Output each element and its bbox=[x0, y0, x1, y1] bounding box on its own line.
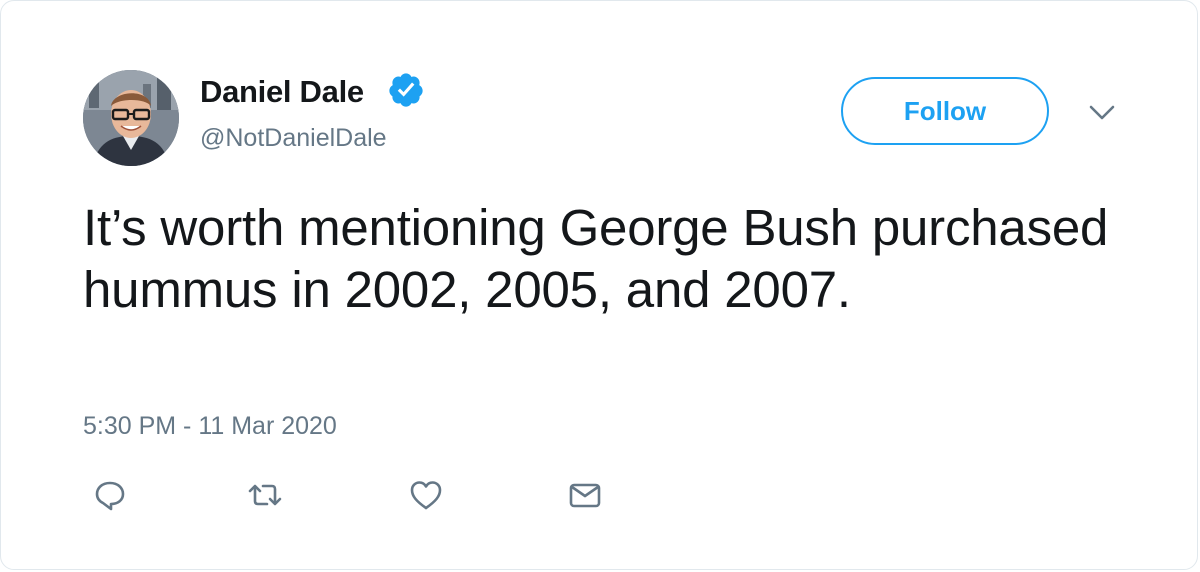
envelope-icon bbox=[569, 483, 601, 508]
display-name[interactable]: Daniel Dale bbox=[200, 73, 364, 111]
retweet-icon bbox=[248, 484, 282, 506]
direct-message-button[interactable] bbox=[565, 475, 605, 515]
avatar-image bbox=[83, 70, 179, 166]
retweet-button[interactable] bbox=[245, 475, 285, 515]
tweet-timestamp[interactable]: 5:30 PM - 11 Mar 2020 bbox=[83, 410, 337, 442]
heart-icon bbox=[410, 481, 442, 510]
avatar[interactable] bbox=[83, 70, 179, 166]
follow-button[interactable]: Follow bbox=[841, 77, 1049, 145]
reply-icon bbox=[95, 481, 125, 511]
user-handle[interactable]: @NotDanielDale bbox=[200, 122, 387, 154]
verified-badge-icon bbox=[389, 73, 423, 107]
reply-button[interactable] bbox=[90, 475, 130, 515]
chevron-down-icon[interactable] bbox=[1087, 101, 1117, 125]
tweet-text: It’s worth mentioning George Bush purcha… bbox=[83, 199, 1109, 318]
tweet-card: Daniel Dale @NotDanielDale Follow It’s w… bbox=[0, 0, 1198, 570]
like-button[interactable] bbox=[406, 475, 446, 515]
